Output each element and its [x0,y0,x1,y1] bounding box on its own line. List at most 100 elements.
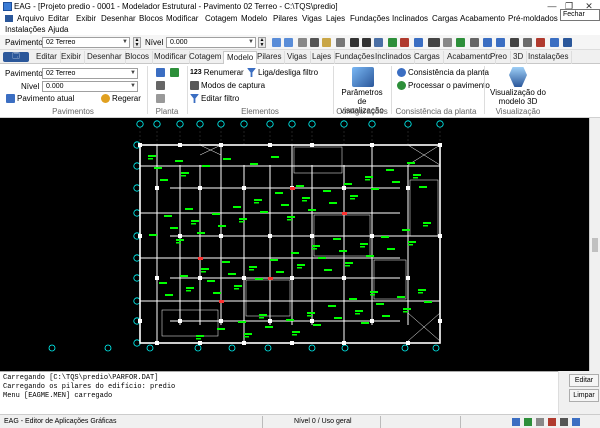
menu-exibir[interactable]: Exibir [76,14,96,23]
menu-modificar[interactable]: Modificar [166,14,198,23]
menu-inclinados[interactable]: Inclinados [392,14,428,23]
element-label [419,186,427,188]
visualizacao-3d-button[interactable]: Visualização do modelo 3D [488,88,548,106]
scroll-thumb[interactable] [592,238,598,252]
tab-modificar[interactable]: Modificar [151,51,191,64]
tab-editar[interactable]: Editar [33,51,61,64]
menu-pre-moldados[interactable]: Pré-moldados [508,14,558,23]
model-3d-icon[interactable] [509,67,527,87]
measure-icon[interactable] [523,38,532,47]
tab-exibir[interactable]: Exibir [58,51,86,64]
planta-edit-button[interactable] [170,68,179,77]
element-label [413,177,418,179]
tab-desenhar[interactable]: Desenhar [84,51,126,64]
cut-icon[interactable] [310,38,319,47]
paste-icon[interactable] [322,38,331,47]
menu-cargas[interactable]: Cargas [432,14,458,23]
menu-instalacoes[interactable]: Instalações [5,25,45,34]
regerar-button[interactable]: Regerar [101,94,141,103]
pavimento-spinner[interactable]: ▲ ▼ [133,37,141,48]
tab-modelo[interactable]: Modelo [223,51,258,64]
redo-icon[interactable] [284,38,293,47]
layers-icon[interactable] [388,38,397,47]
vertical-scrollbar[interactable] [589,118,600,371]
zoom-window-icon[interactable] [483,38,492,47]
undo-icon[interactable] [272,38,281,47]
ribbon-nivel-select[interactable]: 0.000 ▼ [42,81,138,92]
editar-filtro-button[interactable]: Editar filtro [190,94,239,103]
save-as-icon[interactable] [362,38,371,47]
pointer-icon[interactable] [443,38,452,47]
tab-inclinados[interactable]: Inclinados [372,51,416,64]
copy-icon[interactable] [298,38,307,47]
grid-icon[interactable] [374,38,383,47]
extend-icon[interactable] [470,38,479,47]
print-icon[interactable] [336,38,345,47]
nivel-spinner[interactable]: ▲ ▼ [258,37,266,48]
filter-toggle-icon [247,68,256,77]
status-ortho-icon[interactable] [524,418,532,426]
pan-icon[interactable] [510,38,519,47]
zoom-all-icon[interactable] [496,38,505,47]
snap-icon[interactable] [400,38,409,47]
menu-desenhar[interactable]: Desenhar [101,14,136,23]
status-layer-icon[interactable] [560,418,568,426]
pavimento-select-value: 02 Terreo [46,39,76,46]
refresh-icon[interactable] [550,38,559,47]
consistencia-planta-button[interactable]: Consistência da planta [397,68,489,77]
column [342,341,346,345]
status-zoom-icon[interactable] [572,418,580,426]
menu-modelo[interactable]: Modelo [241,14,267,23]
menu-ajuda[interactable]: Ajuda [48,25,68,34]
pavimento-atual-button[interactable]: Pavimento atual [6,94,74,103]
processar-pavimento-button[interactable]: Processar o pavimento [397,81,490,90]
console-clear-button[interactable]: Limpar [569,389,599,402]
menu-cotagem[interactable]: Cotagem [205,14,237,23]
help-icon[interactable] [563,38,572,47]
planta-layer-button[interactable] [156,81,165,90]
menu-fundacoes[interactable]: Fundações [350,14,390,23]
drawing-canvas[interactable] [0,118,589,371]
menu-editar[interactable]: Editar [48,14,69,23]
tab-blocos[interactable]: Blocos [122,51,154,64]
element-label [249,269,254,271]
tab-pilares[interactable]: Pilares [254,51,286,64]
pavimento-select[interactable]: 02 Terreo ▼ [42,37,130,48]
tab-vigas[interactable]: Vigas [284,51,311,64]
menu-pilares[interactable]: Pilares [273,14,297,23]
tab-preo[interactable]: Preo [487,51,511,64]
menu-acabamento[interactable]: Acabamento [460,14,505,23]
tab-cotagem[interactable]: Cotagem [186,51,226,64]
minimize-icon[interactable]: — [545,0,559,13]
renumber-icon[interactable] [428,38,440,47]
save-icon[interactable] [350,38,359,47]
liga-filtro-button[interactable]: Liga/desliga filtro [247,68,318,77]
menu-arquivo[interactable]: Arquivo [17,14,44,23]
console-edit-button[interactable]: Editar [569,374,599,387]
renumerar-button[interactable]: 123 Renumerar [190,68,244,77]
group-separator [484,66,485,114]
file-tab[interactable]: 🗔 [3,52,29,62]
element-label [328,305,336,307]
planta-select-button[interactable] [156,68,165,77]
move-icon[interactable] [414,38,423,47]
parametros-icon[interactable] [352,67,374,87]
tab-instalacoes[interactable]: Instalações [525,51,573,64]
nivel-select[interactable]: 0.000 ▼ [166,37,256,48]
status-osnap-icon[interactable] [548,418,556,426]
status-snap-icon[interactable] [512,418,520,426]
grid-bubble-bottom [401,344,409,352]
planta-view-button[interactable] [156,94,165,103]
modos-captura-button[interactable]: Modos de captura [190,81,265,90]
system-menu-icon[interactable] [5,15,13,22]
menu-vigas[interactable]: Vigas [302,14,322,23]
element-label [233,206,241,208]
status-grid-icon[interactable] [536,418,544,426]
console-scrollbar[interactable] [558,371,566,414]
ribbon-pavimento-select[interactable]: 02 Terreo ▼ [42,68,138,79]
menu-blocos[interactable]: Blocos [139,14,163,23]
tab-cargas[interactable]: Cargas [411,51,444,64]
menu-lajes[interactable]: Lajes [326,14,345,23]
trim-icon[interactable] [456,38,465,47]
delete-icon[interactable] [536,38,545,47]
